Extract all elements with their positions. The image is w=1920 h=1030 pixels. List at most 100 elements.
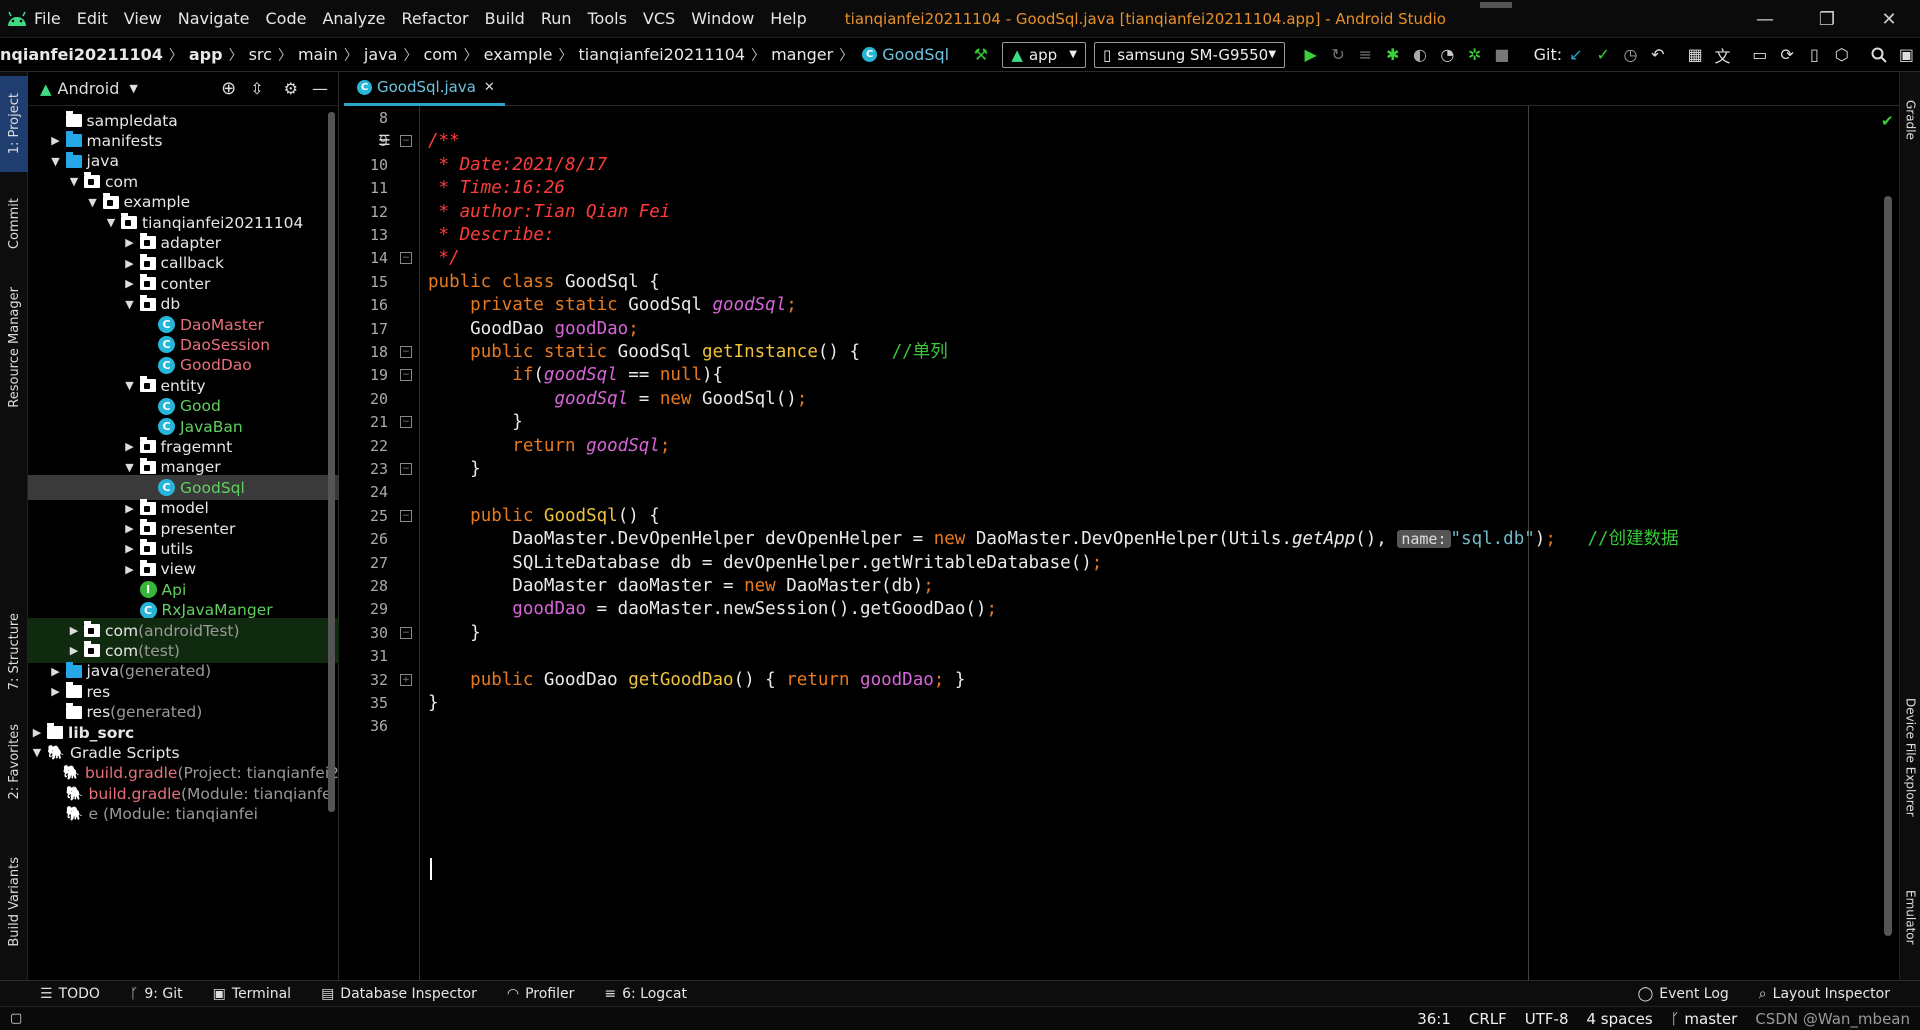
file-encoding[interactable]: UTF-8 (1525, 1010, 1569, 1028)
expand-right-icon[interactable]: ▶ (123, 257, 137, 270)
git-commit-icon[interactable]: ✓ (1590, 40, 1617, 70)
toggle-tool-windows-icon[interactable]: ▢ (10, 1011, 22, 1026)
collapse-fold-icon[interactable]: − (400, 135, 412, 148)
expand-right-icon[interactable]: ▶ (49, 665, 63, 678)
run-config-select[interactable]: ▲ app ▼ (1002, 41, 1086, 68)
caret-position[interactable]: 36:1 (1417, 1010, 1451, 1028)
editor-scrollbar[interactable] (1884, 196, 1892, 936)
expand-right-icon[interactable]: ▶ (67, 624, 81, 637)
doc-render-icon[interactable]: ☰ (378, 133, 391, 149)
make-project-hammer-icon[interactable]: ⚒ (967, 40, 994, 70)
tab-gradle[interactable]: Gradle (1900, 80, 1920, 160)
sync-gradle-icon[interactable]: ⟳ (1773, 40, 1800, 70)
git-branch[interactable]: ᚴ master (1671, 1010, 1738, 1028)
menu-item-refactor[interactable]: Refactor (402, 9, 469, 28)
tab-favorites[interactable]: 2: Favorites (0, 712, 28, 812)
gear-icon[interactable]: ⚙ (284, 79, 298, 98)
settings-icon[interactable]: ▣ (1893, 40, 1920, 70)
line-separator[interactable]: CRLF (1469, 1010, 1507, 1028)
restore-button[interactable]: ❐ (1796, 0, 1858, 38)
avd-manager-icon[interactable]: ▭ (1746, 40, 1773, 70)
git-history-icon[interactable]: ◷ (1617, 40, 1644, 70)
collapse-fold-icon[interactable]: − (400, 626, 412, 639)
git-rollback-icon[interactable]: ↶ (1644, 40, 1671, 70)
close-tab-icon[interactable]: ✕ (484, 80, 495, 95)
expand-right-icon[interactable]: ▶ (30, 726, 44, 739)
breadcrumb-item[interactable]: main (298, 45, 338, 64)
menu-item-help[interactable]: Help (770, 9, 806, 28)
tab-structure[interactable]: 7: Structure (0, 602, 28, 702)
expand-right-icon[interactable]: ▶ (123, 502, 137, 515)
collapse-fold-icon[interactable]: − (400, 463, 412, 475)
menu-item-file[interactable]: File (34, 9, 61, 28)
breadcrumb-item[interactable]: src (249, 45, 272, 64)
expand-right-icon[interactable]: ▶ (49, 685, 63, 698)
menu-item-code[interactable]: Code (266, 9, 307, 28)
apply-changes-icon[interactable]: ↻ (1324, 40, 1351, 70)
close-window-button[interactable]: ✕ (1858, 0, 1920, 38)
expand-down-icon[interactable]: ▼ (49, 155, 63, 168)
expand-right-icon[interactable]: ▶ (123, 440, 137, 453)
breadcrumb-item[interactable]: example (484, 45, 553, 64)
tab-device-file-explorer[interactable]: Device File Explorer (1900, 682, 1920, 832)
tab-resource-manager[interactable]: Resource Manager (0, 272, 28, 422)
expand-right-icon[interactable]: ▶ (123, 542, 137, 555)
collapse-all-icon[interactable]: ⇳ (250, 79, 263, 98)
search-icon[interactable] (1865, 40, 1892, 70)
breadcrumb-item[interactable]: manger (771, 45, 833, 64)
tool-profiler[interactable]: ◠ Profiler (507, 986, 575, 1002)
menu-item-navigate[interactable]: Navigate (178, 9, 250, 28)
breadcrumb-item[interactable]: java (364, 45, 398, 64)
tab-commit[interactable]: Commit (0, 184, 28, 264)
attach-debugger-icon[interactable]: ✲ (1461, 40, 1488, 70)
code-editor[interactable]: ✔ /** * Date:2021/8/17 * Time:16:26 * au… (419, 106, 1899, 980)
breadcrumb-item[interactable]: app (189, 45, 223, 64)
project-view-select[interactable]: Android (58, 79, 120, 98)
menu-item-view[interactable]: View (124, 9, 162, 28)
expand-down-icon[interactable]: ▼ (123, 298, 137, 311)
menu-item-tools[interactable]: Tools (588, 9, 627, 28)
expand-down-icon[interactable]: ▼ (30, 746, 44, 759)
apply-code-changes-icon[interactable]: ≡ (1352, 40, 1379, 70)
tree-item-item[interactable]: 🐘 e (Module: tianqianfei (28, 802, 339, 827)
stop-icon[interactable]: ■ (1488, 40, 1515, 70)
tab-goodsql-java[interactable]: C GoodSql.java ✕ (344, 72, 505, 106)
expand-right-icon[interactable]: ▶ (123, 563, 137, 576)
collapse-fold-icon[interactable]: − (400, 369, 412, 382)
expand-down-icon[interactable]: ▼ (123, 461, 137, 474)
inspection-ok-icon[interactable]: ✔ (1881, 112, 1894, 130)
tab-project[interactable]: 1: Project (0, 76, 28, 172)
breadcrumb-item[interactable]: nqianfei20211104 (0, 45, 163, 64)
breadcrumb-item[interactable]: GoodSql (882, 45, 949, 64)
collapse-fold-icon[interactable]: − (400, 346, 412, 358)
tab-build-variants[interactable]: Build Variants (0, 842, 28, 962)
expand-down-icon[interactable]: ▼ (67, 175, 81, 188)
menu-item-build[interactable]: Build (485, 9, 525, 28)
collapse-fold-icon[interactable]: − (400, 509, 412, 522)
device-manager-icon[interactable]: ▯ (1801, 40, 1828, 70)
memory-indicator[interactable] (1480, 2, 1512, 8)
debug-icon[interactable]: ✱ (1379, 40, 1406, 70)
translate-icon[interactable]: 文 (1709, 40, 1736, 70)
tool-event-log[interactable]: ◯ Event Log (1638, 986, 1729, 1002)
expand-right-icon[interactable]: ▶ (49, 134, 63, 147)
chevron-down-icon[interactable]: ▼ (129, 82, 137, 95)
tool-database-inspector[interactable]: ▤ Database Inspector (321, 986, 477, 1002)
profile-icon[interactable]: ◔ (1434, 40, 1461, 70)
tool-terminal[interactable]: ▣ Terminal (213, 986, 291, 1002)
menu-item-analyze[interactable]: Analyze (322, 9, 385, 28)
hide-panel-icon[interactable]: — (312, 79, 328, 98)
expand-down-icon[interactable]: ▼ (123, 379, 137, 392)
sdk-manager-icon[interactable]: ⬡ (1828, 40, 1855, 70)
git-update-icon[interactable]: ↙ (1562, 40, 1589, 70)
menu-item-run[interactable]: Run (541, 9, 572, 28)
indent-setting[interactable]: 4 spaces (1587, 1010, 1653, 1028)
run-icon[interactable]: ▶ (1297, 40, 1324, 70)
tab-emulator[interactable]: Emulator (1900, 872, 1920, 962)
collapse-fold-icon[interactable]: − (400, 252, 412, 265)
tool-logcat[interactable]: ≡ 6: Logcat (604, 986, 687, 1002)
menu-item-window[interactable]: Window (691, 9, 754, 28)
device-select[interactable]: ▯ samsung SM-G9550 ▼ (1093, 41, 1286, 68)
minimize-button[interactable]: — (1734, 0, 1796, 38)
menu-item-vcs[interactable]: VCS (643, 9, 675, 28)
